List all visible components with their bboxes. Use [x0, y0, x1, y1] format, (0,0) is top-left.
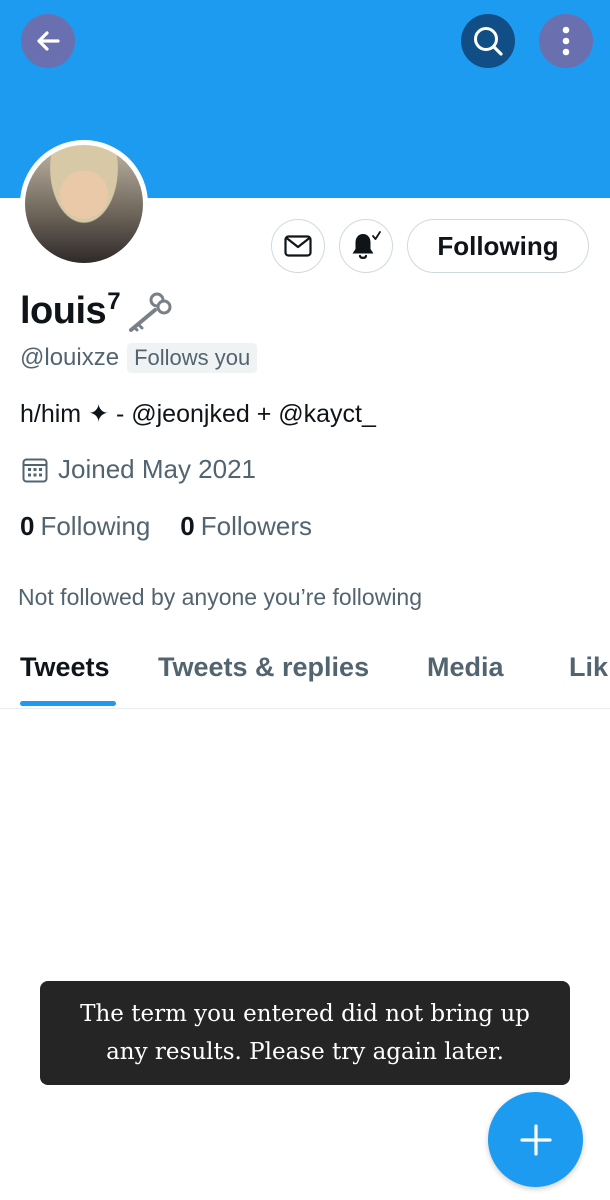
following-stat[interactable]: 0 Following [20, 511, 150, 542]
following-count: 0 [20, 511, 35, 541]
profile-tabs: Tweets Tweets & replies Media Lik [0, 640, 610, 709]
following-button[interactable]: Following [407, 219, 589, 273]
followers-count: 0 [180, 511, 195, 541]
more-options-button[interactable] [539, 14, 593, 68]
bell-check-icon [352, 231, 381, 259]
tab-tweets-replies[interactable]: Tweets & replies [158, 652, 369, 683]
arrow-left-icon [37, 31, 60, 51]
display-name-text: louis [20, 290, 107, 332]
more-vertical-icon [562, 26, 570, 56]
tab-media[interactable]: Media [427, 652, 504, 683]
tab-likes[interactable]: Lik [569, 652, 608, 683]
toast-message: The term you entered did not bring up an… [80, 1001, 530, 1065]
follows-you-badge: Follows you [127, 343, 258, 373]
key-icon [129, 292, 172, 332]
active-tab-indicator [20, 701, 116, 706]
mutual-followers-note: Not followed by anyone you’re following [18, 584, 423, 610]
plus-icon [519, 1123, 552, 1156]
tab-tweets[interactable]: Tweets [20, 652, 110, 683]
avatar-frame[interactable] [20, 140, 148, 268]
error-toast: The term you entered did not bring up an… [40, 981, 570, 1085]
bio: h/him ✦ - @jeonjked + @kayct_ [20, 400, 376, 428]
handle: @louixze [20, 344, 120, 371]
envelope-icon [284, 235, 312, 257]
followers-stat[interactable]: 0 Followers [180, 511, 312, 542]
following-label: Following [40, 511, 151, 541]
compose-tweet-button[interactable] [488, 1092, 583, 1187]
search-button[interactable] [461, 14, 515, 68]
message-button[interactable] [271, 219, 325, 273]
display-name: louis 7 [20, 288, 172, 334]
follow-stats: 0 Following 0 Followers [20, 511, 312, 542]
search-icon [474, 27, 503, 56]
avatar[interactable] [25, 145, 143, 263]
joined-date: Joined May 2021 [58, 454, 257, 484]
calendar-icon [22, 458, 48, 482]
display-name-superscript: 7 [107, 288, 121, 315]
notifications-button[interactable] [339, 219, 393, 273]
joined-row: Joined May 2021 [22, 454, 256, 485]
back-button[interactable] [21, 14, 75, 68]
followers-label: Followers [200, 511, 313, 541]
handle-row: @louixze Follows you [20, 343, 258, 373]
